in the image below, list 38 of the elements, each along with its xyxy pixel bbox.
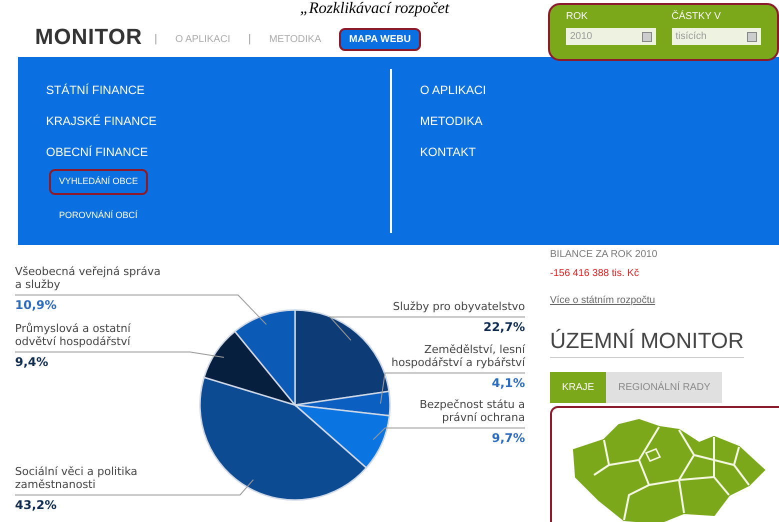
percent-label: 4,1% xyxy=(492,376,525,390)
submenu-link[interactable]: VYHLEDÁNÍ OBCE xyxy=(49,169,148,194)
region-map[interactable] xyxy=(550,406,779,522)
chart-label: Bezpečnost státu a právní ochrana xyxy=(418,398,525,424)
filter-label: ROK xyxy=(566,10,589,24)
region-tab[interactable]: REGIONÁLNÍ RADY xyxy=(606,372,722,403)
menu-link[interactable]: STÁTNÍ FINANCE xyxy=(46,81,145,99)
menu-link[interactable]: KRAJSKÉ FINANCE xyxy=(46,112,157,130)
menu-link[interactable]: METODIKA xyxy=(420,112,486,130)
percent-label: 9,7% xyxy=(492,431,525,445)
chart-label: Služby pro obyvatelstvo xyxy=(392,300,525,313)
chart-label: Sociální věci a politika zaměstnanosti xyxy=(15,465,138,491)
menu-link[interactable]: OBECNÍ FINANCE xyxy=(46,143,148,161)
percent-label: 43,2% xyxy=(15,498,57,512)
nav-link[interactable]: MAPA WEBU xyxy=(339,28,421,51)
select-field[interactable]: tisících xyxy=(672,28,761,45)
balance-amount: -156 416 388 tis. Kč xyxy=(550,267,640,281)
chart-label: Průmyslová a ostatní odvětví hospodářství xyxy=(15,322,132,348)
balance-title: BILANCE ZA ROK 2010 xyxy=(550,248,658,262)
nav-separator: | xyxy=(154,32,158,46)
select-field[interactable]: 2010 xyxy=(566,28,656,45)
nav-separator: | xyxy=(248,32,252,46)
dropdown-icon xyxy=(747,32,757,42)
dropdown-icon xyxy=(642,32,652,42)
menu-link[interactable]: O APLIKACI xyxy=(420,81,486,99)
chart-label: Všeobecná veřejná správa a služby xyxy=(15,265,162,291)
section-title: ÚZEMNÍ MONITOR xyxy=(550,324,744,358)
region-tab[interactable]: KRAJE xyxy=(550,372,606,403)
site-logo[interactable]: MONITOR xyxy=(35,20,142,57)
caption: „Rozklikávací rozpočet xyxy=(300,0,450,18)
budget-link[interactable]: Více o státním rozpočtu xyxy=(550,293,779,308)
submenu-link[interactable]: POROVNÁNÍ OBCÍ xyxy=(49,202,148,228)
percent-label: 9,4% xyxy=(15,355,48,369)
percent-label: 22,7% xyxy=(483,320,525,334)
chart-label: Zemědělství, lesní hospodářství a rybářství xyxy=(390,343,525,369)
menu-link[interactable]: KONTAKT xyxy=(420,143,486,161)
filter-label: ČÁSTKY V xyxy=(672,9,722,24)
percent-label: 10,9% xyxy=(15,298,57,312)
